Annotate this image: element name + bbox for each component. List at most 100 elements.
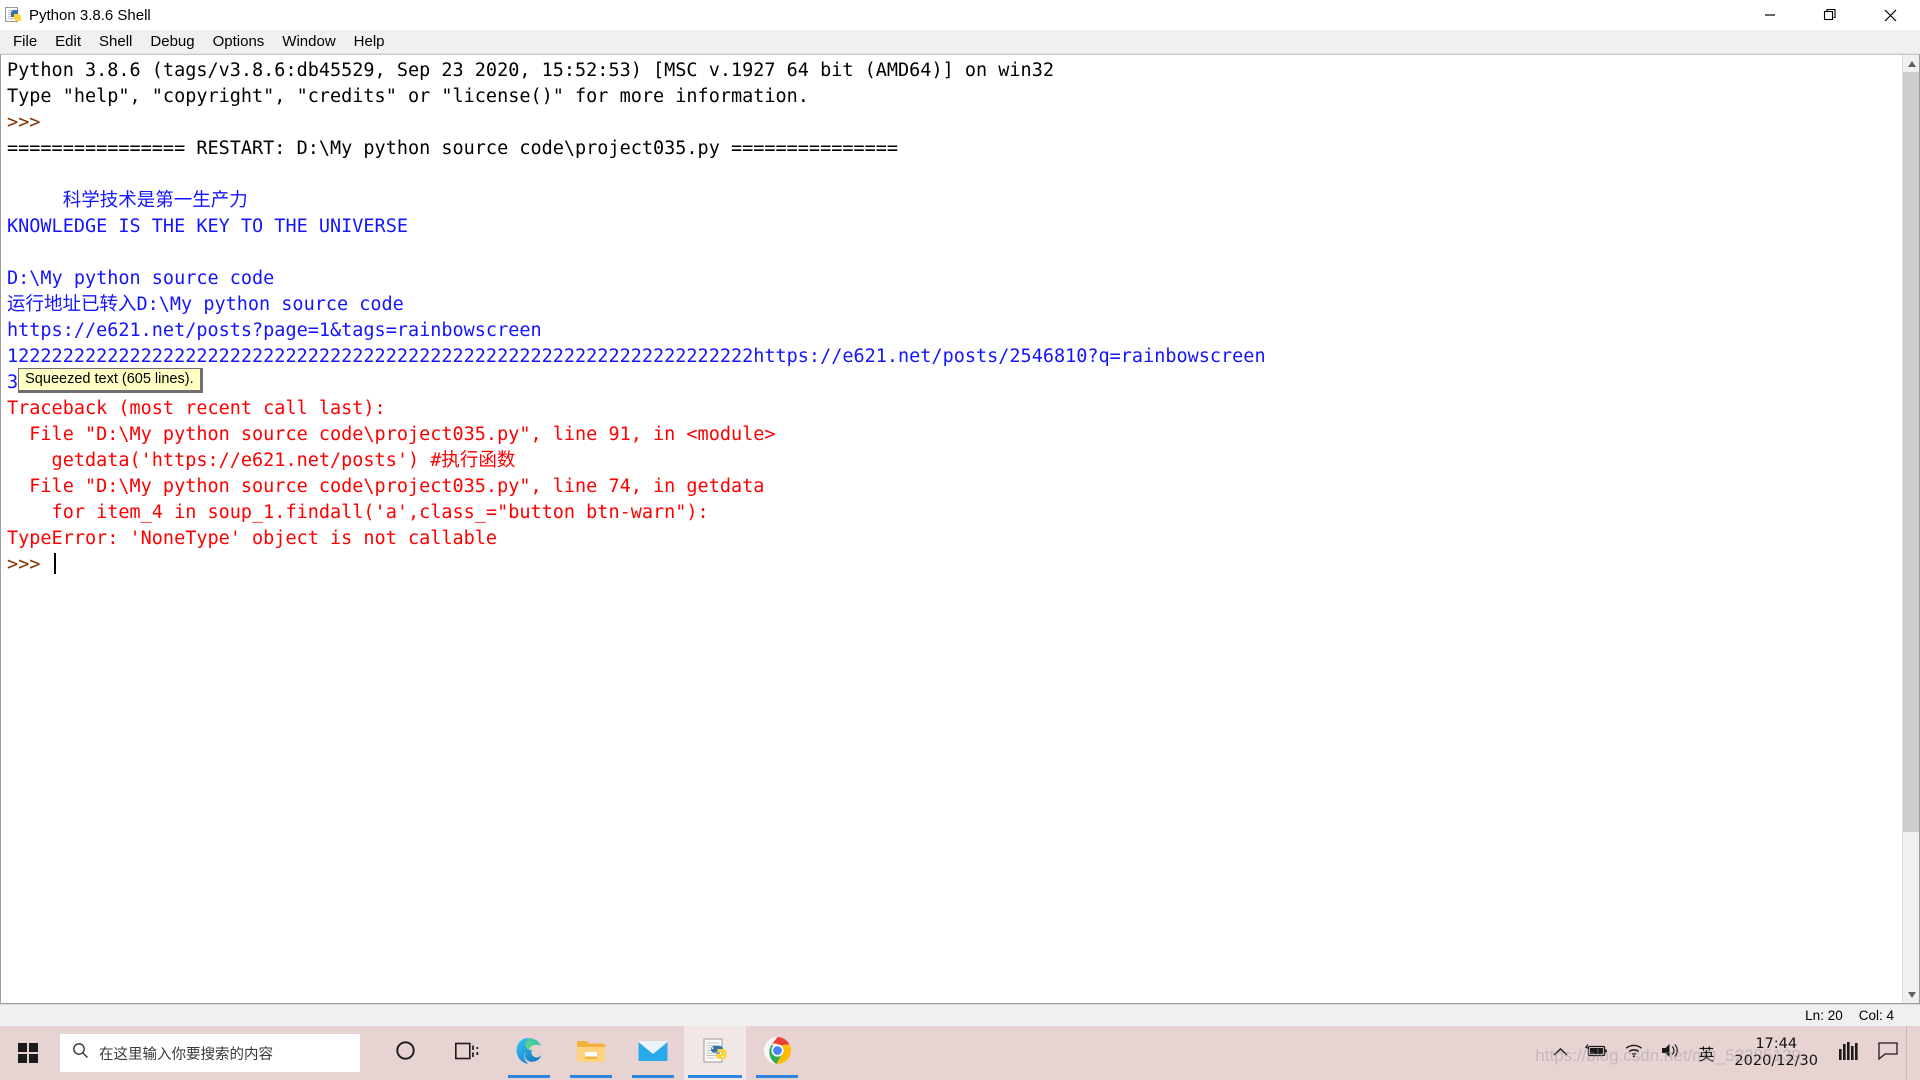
start-button[interactable] (0, 1026, 56, 1080)
python-file-icon (701, 1037, 729, 1070)
chevron-up-icon (1553, 1044, 1568, 1062)
taskbar-item-python-idle[interactable] (684, 1026, 746, 1080)
taskbar-item-mail[interactable] (622, 1026, 684, 1080)
tray-expand-button[interactable] (1545, 1026, 1576, 1080)
shell-line: 3 Squeezed text (605 lines). (7, 368, 1902, 396)
tray-network[interactable] (1616, 1026, 1652, 1080)
search-icon (72, 1042, 89, 1064)
speaker-icon (1660, 1042, 1682, 1064)
shell-line: File "D:\My python source code\project03… (7, 474, 1902, 500)
menu-item-options[interactable]: Options (204, 31, 274, 53)
running-indicator (570, 1075, 612, 1078)
shell-line-text: for item_4 in soup_1.findall('a',class_=… (7, 502, 709, 523)
running-indicator (508, 1075, 550, 1078)
window-controls (1740, 0, 1920, 30)
minimize-icon[interactable] (1740, 0, 1800, 30)
task-view-icon (454, 1041, 480, 1066)
shell-line: Python 3.8.6 (tags/v3.8.6:db45529, Sep 2… (7, 58, 1902, 84)
shell-line-text: ================ RESTART: D:\My python s… (7, 138, 899, 159)
system-tray: https://blog.csdn.net/m0_52285139 英 17:4… (1535, 1026, 1920, 1080)
menu-item-help[interactable]: Help (345, 31, 394, 53)
taskbar-item-google-chrome[interactable] (746, 1026, 808, 1080)
status-bar: Ln: 20 Col: 4 (0, 1004, 1920, 1026)
tray-ime-indicator[interactable]: 英 (1690, 1041, 1722, 1065)
tray-battery[interactable] (1576, 1026, 1616, 1080)
clock-time: 17:44 (1755, 1036, 1798, 1052)
shell-line: Traceback (most recent call last): (7, 396, 1902, 422)
shell-line: File "D:\My python source code\project03… (7, 422, 1902, 448)
taskbar-item-file-explorer[interactable] (560, 1026, 622, 1080)
shell-line-text: 运行地址已转入D:\My python source code (7, 294, 404, 315)
battery-charging-icon (1584, 1043, 1608, 1063)
close-icon[interactable] (1860, 0, 1920, 30)
shell-line-text: D:\My python source code (7, 268, 275, 289)
shell-line-text: 科学技术是第一生产力 (7, 190, 248, 211)
search-placeholder: 在这里输入你要搜索的内容 (99, 1046, 273, 1063)
shell-line-text: File "D:\My python source code\project03… (7, 476, 765, 497)
shell-line-text: https://e621.net/posts?page=1&tags=rainb… (7, 320, 542, 341)
shell-line: Type "help", "copyright", "credits" or "… (7, 84, 1902, 110)
scrollbar-thumb[interactable] (1903, 72, 1919, 832)
vertical-scrollbar[interactable] (1902, 55, 1919, 1003)
menu-item-shell[interactable]: Shell (90, 31, 141, 53)
action-center-icon (1878, 1041, 1898, 1065)
menu-item-window[interactable]: Window (273, 31, 344, 53)
shell-line-text: Type "help", "copyright", "credits" or "… (7, 86, 809, 107)
shell-line-text: 1222222222222222222222222222222222222222… (7, 346, 1266, 367)
shell-line: 1222222222222222222222222222222222222222… (7, 344, 1902, 370)
squeezed-text-button[interactable]: Squeezed text (605 lines). (18, 368, 203, 393)
title-bar: Python 3.8.6 Shell (0, 0, 1920, 30)
chrome-icon (763, 1036, 792, 1070)
windows-taskbar: 在这里输入你要搜索的内容 https://blog.csdn.net/m0_52… (0, 1026, 1920, 1080)
running-indicator (688, 1075, 742, 1078)
shell-line-text: KNOWLEDGE IS THE KEY TO THE UNIVERSE (7, 216, 408, 237)
taskbar-item-task-view[interactable] (436, 1026, 498, 1080)
wifi-icon (1624, 1043, 1644, 1063)
scroll-up-arrow-icon[interactable] (1903, 55, 1919, 72)
text-caret (53, 553, 56, 574)
shell-line: TypeError: 'NoneType' object is not call… (7, 526, 1902, 552)
taskbar-item-cortana[interactable] (374, 1026, 436, 1080)
cortana-circle-icon (395, 1040, 416, 1066)
folder-icon (576, 1038, 606, 1069)
windows-logo-icon (18, 1043, 38, 1063)
restore-icon[interactable] (1800, 0, 1860, 30)
shell-line: ================ RESTART: D:\My python s… (7, 136, 1902, 162)
menu-bar: File Edit Shell Debug Options Window Hel… (0, 30, 1920, 54)
shell-line: >>> (7, 552, 1902, 578)
show-desktop-button[interactable] (1906, 1026, 1916, 1080)
tray-monitor-graph[interactable] (1830, 1026, 1870, 1080)
menu-item-file[interactable]: File (4, 31, 46, 53)
search-input[interactable]: 在这里输入你要搜索的内容 (60, 1034, 360, 1072)
shell-line-text: 3 (7, 372, 19, 393)
running-indicator (756, 1075, 798, 1078)
shell-line: 运行地址已转入D:\My python source code (7, 292, 1902, 318)
shell-line: D:\My python source code (7, 266, 1902, 292)
shell-line-text: Python 3.8.6 (tags/v3.8.6:db45529, Sep 2… (7, 60, 1054, 81)
menu-item-edit[interactable]: Edit (46, 31, 90, 53)
edge-icon (514, 1036, 544, 1071)
running-indicator (632, 1075, 674, 1078)
window-title: Python 3.8.6 Shell (29, 6, 151, 24)
shell-line-text: getdata('https://e621.net/posts') #执行函数 (7, 450, 516, 471)
shell-text-area[interactable]: Python 3.8.6 (tags/v3.8.6:db45529, Sep 2… (0, 54, 1920, 1004)
scroll-down-arrow-icon[interactable] (1903, 986, 1919, 1003)
tray-volume[interactable] (1652, 1026, 1690, 1080)
python-shell-window: Python 3.8.6 Shell File Edit Shell Debug… (0, 0, 1920, 1026)
shell-output[interactable]: Python 3.8.6 (tags/v3.8.6:db45529, Sep 2… (1, 55, 1902, 1003)
taskbar-item-microsoft-edge[interactable] (498, 1026, 560, 1080)
tray-clock[interactable]: 17:44 2020/12/30 (1722, 1026, 1830, 1080)
shell-line-text: TypeError: 'NoneType' object is not call… (7, 528, 498, 549)
shell-line-text: Traceback (most recent call last): (7, 398, 386, 419)
shell-line-text: >>> (7, 554, 52, 575)
menu-item-debug[interactable]: Debug (141, 31, 203, 53)
shell-line: KNOWLEDGE IS THE KEY TO THE UNIVERSE (7, 214, 1902, 240)
shell-line-text: File "D:\My python source code\project03… (7, 424, 776, 445)
mail-icon (638, 1039, 668, 1068)
python-file-icon (5, 6, 23, 24)
shell-line: 科学技术是第一生产力 (7, 188, 1902, 214)
tray-action-center[interactable] (1870, 1026, 1906, 1080)
status-line-number: Ln: 20 (1805, 1008, 1843, 1023)
